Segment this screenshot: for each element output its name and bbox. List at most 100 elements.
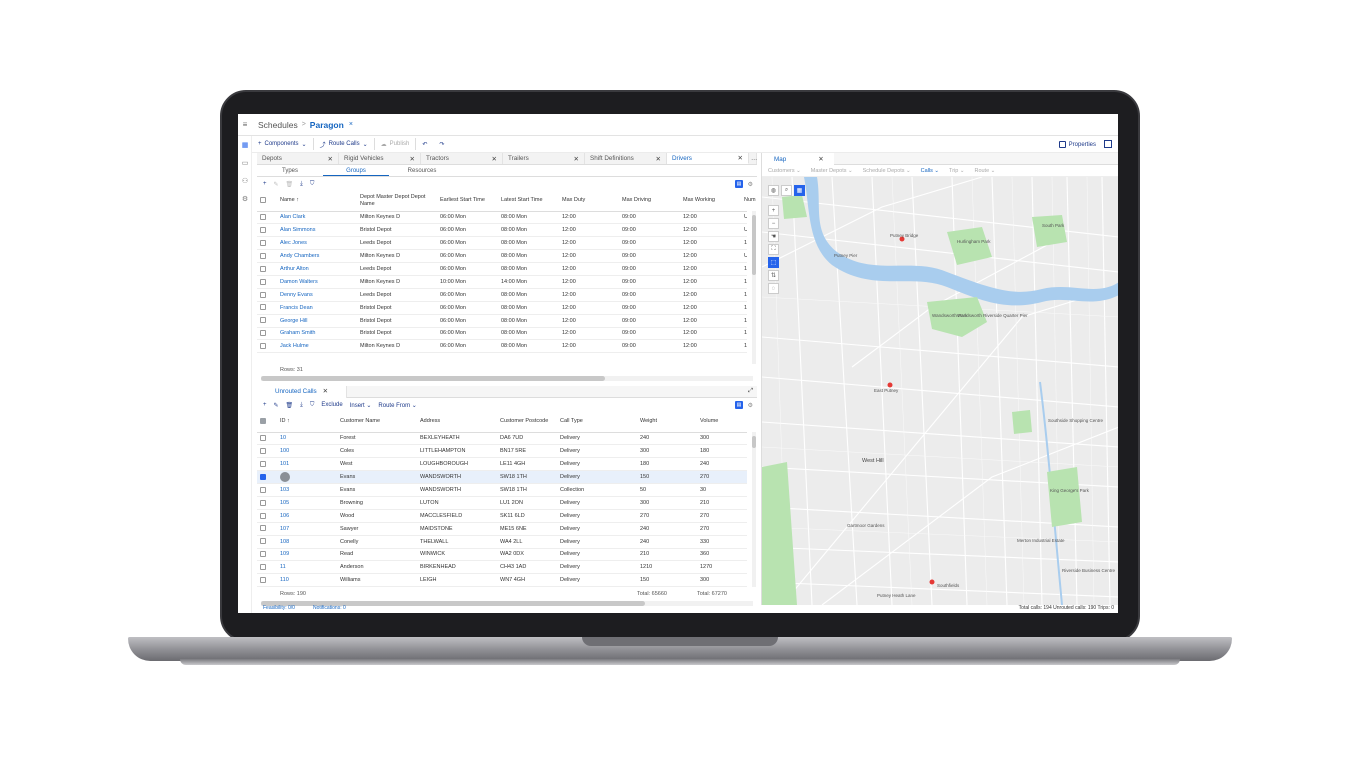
table-row[interactable]: 103 Evans WANDSWORTH SW18 1TH Collection 50 30 [257,483,747,497]
row-checkbox-cell[interactable] [257,314,277,328]
call-id-link[interactable]: 103 [277,483,337,497]
layer-master-depots[interactable]: Master Depots ⌄ [811,168,853,174]
col-name[interactable]: Name ↑ [277,191,357,212]
col-postcode[interactable]: Customer Postcode [497,412,557,433]
delete-icon[interactable]: 🗑 [286,181,294,188]
folder-icon[interactable]: ▭ [238,154,252,172]
filter-icon[interactable]: ⛉ [310,181,315,188]
row-checkbox-cell[interactable] [257,262,277,276]
driver-name-link[interactable]: Jack Hulme [277,339,357,354]
close-icon[interactable]: ✕ [738,154,743,162]
col-max-working[interactable]: Max Working [680,191,741,212]
row-checkbox-cell[interactable] [257,535,277,549]
download-icon[interactable]: ⤓ [300,181,303,188]
call-id-link[interactable]: 10 [277,432,337,446]
redo-button[interactable]: ↷ [433,137,450,151]
close-icon[interactable]: ✕ [323,388,328,395]
tab-trailers[interactable]: Trailers ✕ [503,153,585,164]
settings-icon[interactable]: ⚙ [238,190,252,208]
station-east-putney-icon[interactable] [887,382,893,388]
row-checkbox-cell[interactable] [257,288,277,302]
close-schedule-icon[interactable]: × [349,121,353,128]
row-checkbox-cell[interactable] [257,470,277,485]
download-icon[interactable]: ⤓ [300,402,303,409]
drivers-vscroll[interactable] [752,211,756,364]
checkbox[interactable] [260,473,266,480]
tab-unrouted-calls[interactable]: Unrouted Calls ✕ [257,385,348,398]
table-row[interactable]: 110 Williams LEIGH WN7 4GH Delivery 150 300 [257,573,747,587]
checkbox[interactable] [260,197,266,204]
row-checkbox-cell[interactable] [257,483,277,497]
col-call-type[interactable]: Call Type [557,412,637,433]
checkbox[interactable] [260,252,266,259]
table-row[interactable]: 109 Read WINWICK WA2 0DX Delivery 210 360 [257,548,747,562]
exclude-button[interactable]: Exclude [321,402,342,408]
search-icon[interactable]: ⌕ [781,185,792,196]
col-volume[interactable]: Volume [697,412,747,433]
col-customer-name[interactable]: Customer Name [337,412,417,433]
driver-name-link[interactable]: Andy Chambers [277,249,357,264]
col-depot[interactable]: Depot Master Depot Depot Name [357,191,437,212]
select-mode-icon[interactable]: ▤ [735,180,743,188]
col-max-duty[interactable]: Max Duty [559,191,619,212]
menu-icon[interactable]: ≡ [238,120,252,129]
close-icon[interactable]: ✕ [574,155,579,163]
driver-name-link[interactable]: Arthur Alton [277,262,357,276]
grid-settings-icon[interactable]: ⚙ [748,181,753,188]
col-id[interactable]: ID ↑ [277,412,337,433]
driver-name-link[interactable]: Francis Dean [277,301,357,315]
table-row[interactable]: George Hill Bristol Depot 06:00 Mon 08:00 M… [257,314,747,328]
row-checkbox-cell[interactable] [257,509,277,523]
col-max-driving[interactable]: Max Driving [619,191,680,212]
table-row[interactable]: Alan Simmons Bristol Depot 06:00 Mon 08:00 … [257,223,747,238]
checkbox[interactable] [260,448,266,455]
call-id-link[interactable]: 110 [277,573,337,587]
call-id-link[interactable]: 109 [277,548,337,562]
checkbox[interactable] [260,214,266,221]
route-calls-button[interactable]: ⤴ Route Calls ⌄ [314,137,374,151]
tab-tractors[interactable]: Tractors ✕ [421,153,503,164]
col-weight[interactable]: Weight [637,412,697,433]
edit-icon[interactable]: ✎ [274,402,279,409]
table-row[interactable]: 10 Forest BEXLEYHEATH DA6 7UD Delivery 240 300 [257,432,747,446]
globe-icon[interactable]: ◍ [768,185,779,196]
checkbox[interactable] [260,304,266,311]
driver-name-link[interactable]: Denny Evans [277,288,357,302]
row-checkbox-cell[interactable] [257,211,277,225]
pan-hand-icon[interactable]: ☚ [768,231,779,242]
close-icon[interactable]: ✕ [328,155,333,163]
station-southfields-icon[interactable] [929,579,935,585]
col-earliest-start[interactable]: Earliest Start Time [437,191,498,212]
table-row[interactable]: Alan Clark Milton Keynes D 06:00 Mon 08:00 … [257,211,747,225]
call-id-link[interactable]: 100 [277,444,337,459]
filter-icon[interactable]: ⛉ [310,402,315,409]
tab-drivers[interactable]: Drivers ✕ [667,153,749,164]
driver-name-link[interactable]: Alec Jones [277,236,357,251]
select-mode-icon[interactable]: ▤ [735,401,743,409]
row-checkbox-cell[interactable] [257,236,277,251]
table-row[interactable]: 105 Browning LUTON LU1 2ON Delivery 300 210 [257,496,747,510]
table-row[interactable]: 101 West LOUGHBOROUGH LE11 4GH Delivery 180 24… [257,457,747,472]
layer-customers[interactable]: Customers ⌄ [768,168,801,174]
table-row[interactable]: Arthur Alton Leeds Depot 06:00 Mon 08:00 Mo… [257,262,747,276]
call-id-link[interactable]: 108 [277,535,337,549]
checkbox[interactable] [260,486,266,493]
fit-icon[interactable]: ⛶ [768,244,779,255]
zoom-in-icon[interactable]: + [768,205,779,216]
checkbox[interactable] [260,577,266,584]
row-checkbox-cell[interactable] [257,444,277,459]
row-checkbox-cell[interactable] [257,496,277,510]
zoom-out-icon[interactable]: − [768,218,779,229]
col-latest-start[interactable]: Latest Start Time [498,191,559,212]
expand-icon[interactable]: ⤢ [748,388,753,395]
delete-icon[interactable]: 🗑 [286,402,294,409]
table-row[interactable]: Evans WANDSWORTH SW18 1TH Delivery 150 270 [257,470,747,485]
table-row[interactable]: 100 Coles LITTLEHAMPTON BN17 5RE Delivery 300… [257,444,747,459]
call-id-link[interactable]: 11 [277,560,337,575]
grid-view-icon[interactable]: ▦ [794,185,805,196]
notifications-link[interactable]: Notifications: 0 [313,605,346,613]
calls-vscroll[interactable] [752,432,756,587]
col-address[interactable]: Address [417,412,497,433]
feasibility-link[interactable]: Feasibility: 0/0 [263,605,295,613]
checkbox[interactable] [260,461,266,467]
